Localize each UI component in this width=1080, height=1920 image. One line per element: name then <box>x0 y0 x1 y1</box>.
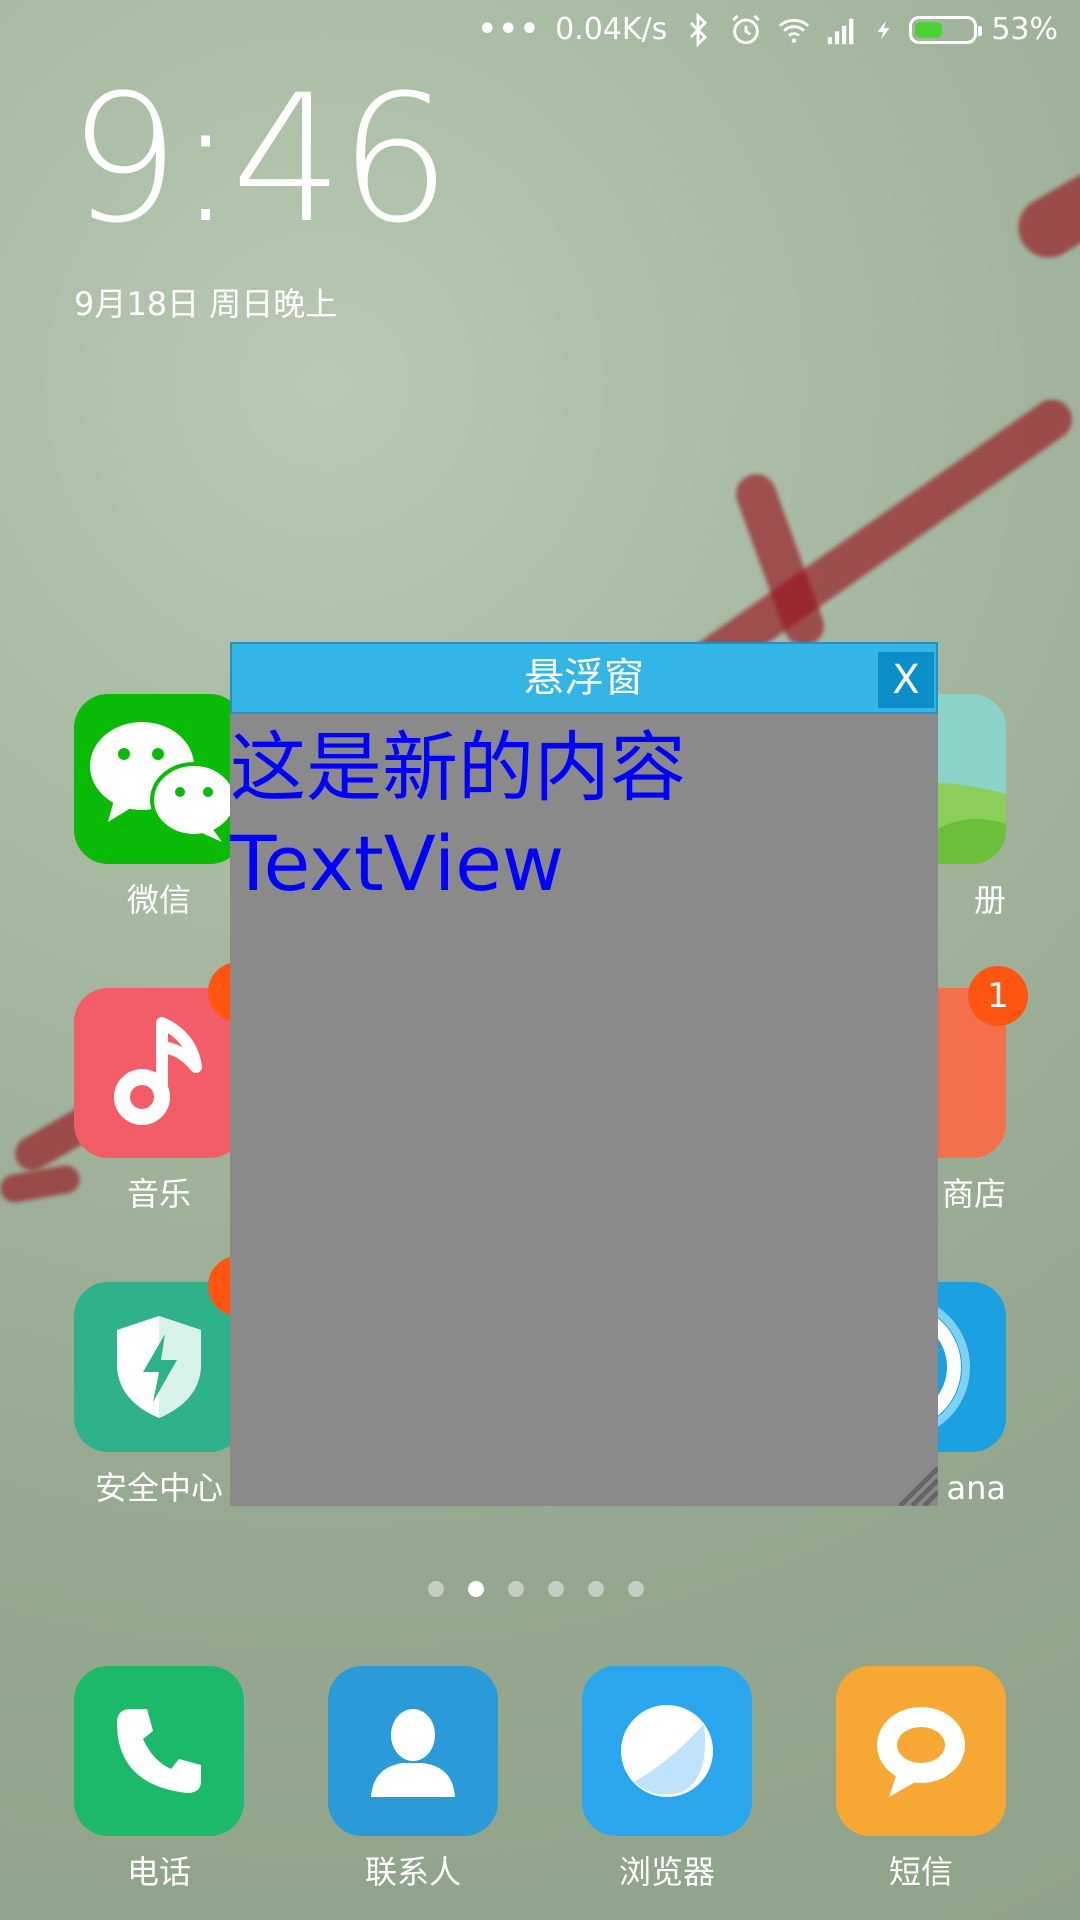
page-dot[interactable] <box>548 1581 564 1597</box>
app-wechat[interactable]: 微信 <box>74 694 244 922</box>
close-button[interactable]: X <box>878 652 934 708</box>
dock-messages[interactable]: 短信 <box>836 1666 1006 1894</box>
wechat-icon <box>74 694 244 864</box>
app-label: 联系人 <box>364 1853 461 1891</box>
status-icons: ••• 0.04K/s 53% <box>478 10 1058 50</box>
floating-window-title: 悬浮窗 <box>524 655 644 701</box>
dock-browser[interactable]: 浏览器 <box>582 1666 752 1894</box>
home-screen: ••• 0.04K/s 53% 9:46 9月18日 周日晚上 微信 册 音乐 … <box>0 0 1080 1920</box>
textview-line: 这是新的内容 <box>230 723 686 812</box>
signal-icon <box>828 18 854 45</box>
page-dot[interactable] <box>628 1581 644 1597</box>
wifi-icon <box>779 18 810 43</box>
battery-percent: 53% <box>991 12 1058 47</box>
phone-icon <box>74 1666 244 1836</box>
contacts-icon <box>328 1666 498 1836</box>
app-label: 电话 <box>126 1853 191 1891</box>
textview-line: TextView <box>230 819 565 908</box>
date-text: 9月18日 周日晚上 <box>74 285 338 323</box>
app-security[interactable]: 安全中心 <box>74 1282 244 1510</box>
clock-time: 9:46 <box>68 57 451 262</box>
app-music[interactable]: 音乐 <box>74 988 244 1216</box>
battery-fill <box>915 22 943 38</box>
app-label: 浏览器 <box>618 1853 715 1891</box>
app-label: 音乐 <box>126 1175 191 1213</box>
page-dot[interactable] <box>508 1581 524 1597</box>
resize-grip-icon[interactable] <box>890 1458 938 1506</box>
message-icon <box>836 1666 1006 1836</box>
notification-badge: 1 <box>968 966 1028 1026</box>
status-bar: ••• 0.04K/s 53% <box>0 0 1080 60</box>
more-dots-icon: ••• <box>477 12 542 47</box>
floating-window[interactable]: 悬浮窗 X 这是新的内容 TextView <box>230 642 938 1506</box>
battery-indicator <box>909 16 983 44</box>
page-dot[interactable] <box>588 1581 604 1597</box>
page-indicator[interactable] <box>428 1581 644 1597</box>
floating-window-titlebar[interactable]: 悬浮窗 X <box>230 642 938 714</box>
app-label: 安全中心 <box>94 1469 223 1507</box>
page-dot[interactable] <box>428 1581 444 1597</box>
app-label: 微信 <box>126 881 191 919</box>
app-label: 短信 <box>888 1853 953 1891</box>
alarm-icon <box>732 14 761 45</box>
charging-icon <box>877 20 890 40</box>
network-speed: 0.04K/s <box>555 12 668 47</box>
bluetooth-icon <box>690 13 708 47</box>
wallpaper-stroke <box>1007 161 1080 269</box>
page-dot[interactable] <box>468 1581 484 1597</box>
dock-phone[interactable]: 电话 <box>74 1666 244 1894</box>
browser-icon <box>582 1666 752 1836</box>
dock-contacts[interactable]: 联系人 <box>328 1666 498 1894</box>
wallpaper-stroke <box>0 1163 82 1205</box>
